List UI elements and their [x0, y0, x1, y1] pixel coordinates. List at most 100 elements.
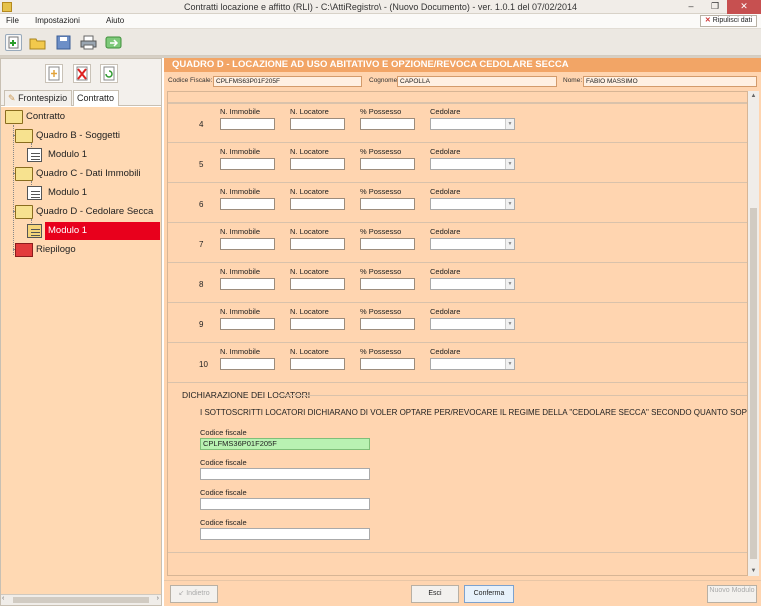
cedolare-select[interactable]: ▼ [430, 278, 515, 290]
immobile-row: 5 N. Immobile N. Locatore % Possesso Ced… [168, 143, 747, 183]
folder-icon [5, 110, 23, 124]
possesso-input[interactable] [360, 118, 415, 130]
conferma-button[interactable]: Conferma [464, 585, 514, 603]
nome-field: FABIO MASSIMO [583, 76, 757, 87]
immobile-input[interactable] [220, 238, 275, 250]
locatore-label: N. Locatore [290, 107, 329, 116]
cedolare-label: Cedolare [430, 107, 461, 116]
cedolare-select[interactable]: ▼ [430, 198, 515, 210]
folder-icon [15, 205, 33, 219]
tree-node-quadro-c[interactable]: Quadro C - Dati Immobili [15, 165, 155, 183]
locatore-input[interactable] [290, 358, 345, 370]
locatore-label: N. Locatore [290, 347, 329, 356]
codice-fiscale-label: Codice fiscale [200, 518, 247, 527]
row-number: 10 [199, 360, 208, 369]
restore-button[interactable]: ❐ [703, 0, 727, 14]
scroll-up-icon[interactable]: ▲ [748, 91, 759, 101]
immobile-input[interactable] [220, 158, 275, 170]
locatore-input[interactable] [290, 198, 345, 210]
possesso-label: % Possesso [360, 347, 402, 356]
tab-frontespizio[interactable]: ✎ Frontespizio [4, 90, 72, 106]
scroll-right-icon[interactable]: › [157, 595, 159, 602]
immobile-input[interactable] [220, 318, 275, 330]
immobile-row: 4 N. Immobile N. Locatore % Possesso Ced… [168, 103, 747, 143]
tree-node-quadro-b[interactable]: Quadro B - Soggetti [15, 127, 155, 145]
tab-contratto[interactable]: Contratto [73, 90, 119, 106]
locatore-input[interactable] [290, 118, 345, 130]
minimize-button[interactable]: – [679, 0, 703, 14]
cedolare-label: Cedolare [430, 307, 461, 316]
export-icon[interactable] [105, 34, 122, 51]
immobile-input[interactable] [220, 118, 275, 130]
codice-fiscale-label: Codice fiscale [200, 428, 247, 437]
document-icon [27, 148, 42, 162]
chevron-down-icon: ▼ [505, 199, 514, 209]
immobile-input[interactable] [220, 358, 275, 370]
menu-file[interactable]: File [6, 14, 19, 28]
tree-horizontal-scrollbar[interactable]: ‹ › [1, 594, 161, 605]
cedolare-select[interactable]: ▼ [430, 358, 515, 370]
codice-fiscale-input[interactable] [200, 498, 370, 510]
cedolare-select[interactable]: ▼ [430, 238, 515, 250]
scrollbar-thumb[interactable] [13, 597, 149, 603]
form-vertical-scrollbar[interactable]: ▲ ▼ [748, 91, 759, 576]
locatore-input[interactable] [290, 278, 345, 290]
row-number: 6 [199, 200, 204, 209]
possesso-input[interactable] [360, 278, 415, 290]
esci-button[interactable]: Esci [411, 585, 459, 603]
scroll-down-icon[interactable]: ▼ [748, 566, 759, 576]
cedolare-select[interactable]: ▼ [430, 158, 515, 170]
tree-toolbar [1, 59, 161, 89]
row-number: 4 [199, 120, 204, 129]
cedolare-select[interactable]: ▼ [430, 318, 515, 330]
possesso-input[interactable] [360, 238, 415, 250]
tree-node-label: Quadro B - Soggetti [36, 130, 120, 141]
locatore-label: N. Locatore [290, 267, 329, 276]
add-module-icon[interactable] [45, 64, 63, 83]
immobile-input[interactable] [220, 198, 275, 210]
back-arrow-icon: ↙ [178, 590, 185, 597]
close-button[interactable]: ✕ [727, 0, 761, 14]
new-document-icon[interactable] [5, 34, 22, 51]
codice-fiscale-input[interactable]: CPLFMS36P01F205F [200, 438, 370, 450]
tree-node-riepilogo[interactable]: Riepilogo [15, 241, 155, 259]
scroll-left-icon[interactable]: ‹ [2, 595, 4, 602]
codice-fiscale-input[interactable] [200, 468, 370, 480]
delete-module-icon[interactable] [73, 64, 91, 83]
codice-fiscale-label: Codice Fiscale: [168, 77, 213, 84]
immobile-row: 7 N. Immobile N. Locatore % Possesso Ced… [168, 223, 747, 263]
tree-node-label: Contratto [26, 111, 66, 122]
indietro-button[interactable]: ↙ Indietro [170, 585, 218, 603]
possesso-input[interactable] [360, 158, 415, 170]
print-icon[interactable] [80, 34, 97, 51]
immobile-input[interactable] [220, 278, 275, 290]
title-bar: Contratti locazione e affitto (RLI) - C:… [0, 0, 761, 14]
refresh-module-icon[interactable] [100, 64, 118, 83]
possesso-input[interactable] [360, 198, 415, 210]
possesso-label: % Possesso [360, 187, 402, 196]
tree-node-quadro-d-modulo[interactable]: Modulo 1 [27, 222, 155, 240]
save-icon[interactable] [55, 34, 72, 51]
panel-tabs: ✎ Frontespizio Contratto [1, 89, 161, 106]
menu-impostazioni[interactable]: Impostazioni [35, 14, 80, 28]
tree-node-quadro-d[interactable]: Quadro D - Cedolare Secca [15, 203, 160, 221]
tree-node-quadro-c-modulo[interactable]: Modulo 1 [27, 184, 155, 202]
codice-fiscale-input[interactable] [200, 528, 370, 540]
open-folder-icon[interactable] [29, 34, 46, 51]
tree-node-label: Quadro C - Dati Immobili [36, 168, 141, 179]
row-number: 5 [199, 160, 204, 169]
tree-node-quadro-b-modulo[interactable]: Modulo 1 [27, 146, 155, 164]
locatore-label: N. Locatore [290, 227, 329, 236]
locatore-input[interactable] [290, 318, 345, 330]
menu-aiuto[interactable]: Aiuto [106, 14, 124, 28]
nuovo-modulo-button[interactable]: Nuovo Modulo [707, 585, 757, 603]
scrollbar-thumb[interactable] [750, 208, 757, 559]
locatore-input[interactable] [290, 158, 345, 170]
folder-icon [15, 167, 33, 181]
possesso-input[interactable] [360, 358, 415, 370]
possesso-input[interactable] [360, 318, 415, 330]
locatore-input[interactable] [290, 238, 345, 250]
tree-node-contratto[interactable]: Contratto [5, 108, 155, 126]
cedolare-select[interactable]: ▼ [430, 118, 515, 130]
ripulisci-dati-button[interactable]: ✕ Ripulisci dati [699, 15, 757, 27]
